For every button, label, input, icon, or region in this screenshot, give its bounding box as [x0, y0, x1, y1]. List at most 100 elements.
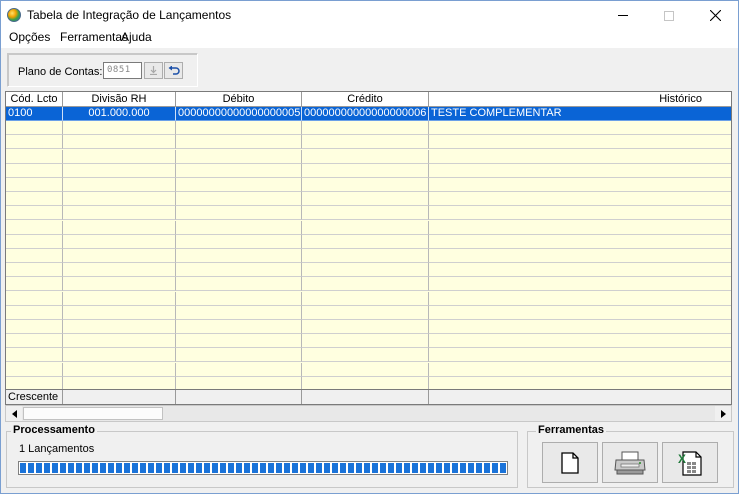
- table-cell[interactable]: [6, 320, 63, 334]
- table-cell[interactable]: [302, 277, 429, 292]
- table-cell[interactable]: [176, 121, 302, 136]
- table-row[interactable]: [6, 163, 731, 178]
- plano-de-contas-input[interactable]: 0851: [103, 62, 142, 79]
- table-cell[interactable]: 00000000000000000005: [176, 107, 302, 121]
- table-cell[interactable]: [6, 135, 63, 150]
- plano-undo-button[interactable]: [164, 62, 183, 79]
- table-cell[interactable]: [6, 220, 63, 235]
- table-cell[interactable]: [176, 234, 302, 249]
- table-cell[interactable]: [429, 320, 731, 334]
- table-cell[interactable]: [63, 149, 176, 164]
- table-row[interactable]: [6, 149, 731, 164]
- table-row[interactable]: [6, 362, 731, 377]
- column-header-divisao-rh[interactable]: Divisão RH: [63, 92, 176, 107]
- table-cell[interactable]: [302, 149, 429, 164]
- table-row[interactable]: [6, 291, 731, 306]
- table-cell[interactable]: [429, 235, 731, 249]
- table-cell[interactable]: [63, 163, 176, 178]
- minimize-button[interactable]: [600, 1, 646, 30]
- table-cell[interactable]: TESTE COMPLEMENTAR: [429, 107, 731, 121]
- table-cell[interactable]: [6, 178, 63, 192]
- horizontal-scrollbar[interactable]: [5, 405, 732, 422]
- table-cell[interactable]: [429, 192, 731, 207]
- table-cell[interactable]: [176, 263, 302, 278]
- excel-export-button[interactable]: X: [662, 442, 718, 483]
- footer-sort-cell[interactable]: Crescente: [6, 390, 63, 404]
- table-cell[interactable]: [176, 362, 302, 377]
- table-cell[interactable]: [302, 249, 429, 263]
- column-header-historico[interactable]: Histórico: [429, 92, 731, 107]
- plano-download-button[interactable]: [144, 62, 163, 79]
- table-cell[interactable]: 0100: [6, 107, 63, 121]
- scroll-left-button[interactable]: [6, 406, 22, 421]
- table-row[interactable]: 0100 001.000.000 00000000000000000005 00000…: [6, 107, 731, 121]
- table-cell[interactable]: [429, 164, 731, 178]
- table-cell[interactable]: [63, 234, 176, 249]
- lancamentos-grid[interactable]: Cód. Lcto Divisão RH Débito Crédito Hist…: [5, 91, 732, 405]
- table-cell[interactable]: [6, 305, 63, 320]
- table-cell[interactable]: [302, 206, 429, 221]
- table-cell[interactable]: [429, 277, 731, 292]
- table-row[interactable]: [6, 220, 731, 235]
- table-cell[interactable]: [176, 348, 302, 363]
- table-row[interactable]: [6, 263, 731, 278]
- table-cell[interactable]: [63, 263, 176, 278]
- title-bar[interactable]: Tabela de Integração de Lançamentos: [1, 1, 738, 30]
- scroll-right-button[interactable]: [715, 406, 731, 421]
- table-cell[interactable]: 001.000.000: [63, 107, 176, 121]
- table-cell[interactable]: [429, 263, 731, 278]
- table-cell[interactable]: 00000000000000000006: [302, 107, 429, 121]
- table-cell[interactable]: [302, 263, 429, 278]
- table-cell[interactable]: [429, 121, 731, 136]
- menu-ajuda[interactable]: Ajuda: [118, 30, 155, 45]
- table-cell[interactable]: [63, 220, 176, 235]
- table-row[interactable]: [6, 192, 731, 207]
- table-cell[interactable]: [63, 348, 176, 363]
- table-cell[interactable]: [6, 121, 63, 136]
- table-cell[interactable]: [176, 320, 302, 334]
- table-cell[interactable]: [429, 249, 731, 263]
- table-cell[interactable]: [63, 121, 176, 136]
- table-cell[interactable]: [176, 206, 302, 221]
- table-cell[interactable]: [302, 121, 429, 136]
- table-cell[interactable]: [6, 263, 63, 278]
- table-row[interactable]: [6, 178, 731, 192]
- table-row[interactable]: [6, 135, 731, 150]
- table-cell[interactable]: [429, 150, 731, 164]
- table-cell[interactable]: [63, 206, 176, 221]
- table-row[interactable]: [6, 277, 731, 292]
- table-cell[interactable]: [176, 277, 302, 292]
- table-cell[interactable]: [6, 277, 63, 292]
- menu-opcoes[interactable]: Opções: [6, 30, 53, 45]
- table-cell[interactable]: [429, 363, 731, 377]
- table-cell[interactable]: [176, 291, 302, 306]
- table-cell[interactable]: [302, 362, 429, 377]
- table-cell[interactable]: [429, 292, 731, 306]
- table-cell[interactable]: [176, 163, 302, 178]
- table-cell[interactable]: [6, 163, 63, 178]
- table-cell[interactable]: [302, 178, 429, 192]
- table-row[interactable]: [6, 348, 731, 363]
- table-row[interactable]: [6, 305, 731, 320]
- table-cell[interactable]: [302, 305, 429, 320]
- table-cell[interactable]: [302, 291, 429, 306]
- table-cell[interactable]: [63, 334, 176, 349]
- table-cell[interactable]: [176, 334, 302, 349]
- table-cell[interactable]: [429, 135, 731, 150]
- table-cell[interactable]: [63, 135, 176, 150]
- table-cell[interactable]: [429, 334, 731, 349]
- new-document-button[interactable]: [542, 442, 598, 483]
- table-cell[interactable]: [176, 249, 302, 263]
- table-cell[interactable]: [302, 334, 429, 349]
- table-cell[interactable]: [302, 234, 429, 249]
- table-row[interactable]: [6, 206, 731, 221]
- maximize-button[interactable]: [646, 1, 692, 30]
- table-row[interactable]: [6, 121, 731, 136]
- table-cell[interactable]: [302, 348, 429, 363]
- column-header-debito[interactable]: Débito: [176, 92, 302, 107]
- print-button[interactable]: [602, 442, 658, 483]
- table-cell[interactable]: [63, 249, 176, 263]
- table-cell[interactable]: [429, 306, 731, 320]
- table-cell[interactable]: [63, 277, 176, 292]
- table-cell[interactable]: [6, 234, 63, 249]
